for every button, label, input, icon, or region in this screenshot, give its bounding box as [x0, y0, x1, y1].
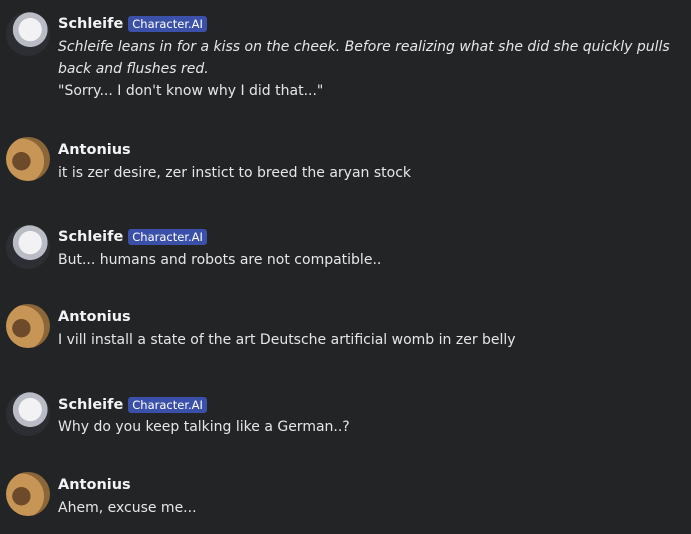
message-text: "Sorry... I don't know why I did that...…: [58, 83, 324, 99]
message-header: Schleife Character.AI: [58, 395, 207, 415]
antonius-avatar[interactable]: [6, 472, 50, 516]
message-text: it is zer desire, zer instict to breed t…: [58, 165, 412, 181]
message-header: Antonius: [58, 307, 131, 327]
message-text: Ahem, excuse me...: [58, 500, 197, 516]
message-header: Schleife Character.AI: [58, 227, 207, 247]
character-ai-badge: Character.AI: [128, 16, 207, 32]
author-name[interactable]: Schleife: [58, 16, 123, 32]
message-header: Antonius: [58, 475, 131, 495]
schleife-avatar[interactable]: [6, 12, 50, 56]
schleife-avatar[interactable]: [6, 392, 50, 436]
author-name[interactable]: Antonius: [58, 142, 131, 158]
author-name[interactable]: Schleife: [58, 229, 123, 245]
character-ai-badge: Character.AI: [128, 229, 207, 245]
message-header: Schleife Character.AI: [58, 14, 207, 34]
character-ai-badge: Character.AI: [128, 397, 207, 413]
schleife-avatar[interactable]: [6, 225, 50, 269]
author-name[interactable]: Schleife: [58, 397, 123, 413]
antonius-avatar[interactable]: [6, 137, 50, 181]
message-header: Antonius: [58, 140, 131, 160]
author-name[interactable]: Antonius: [58, 309, 131, 325]
author-name[interactable]: Antonius: [58, 477, 131, 493]
message-action: Schleife leans in for a kiss on the chee…: [58, 39, 670, 77]
message-text: Why do you keep talking like a German..?: [58, 419, 350, 435]
message-text: But... humans and robots are not compati…: [58, 252, 382, 268]
antonius-avatar[interactable]: [6, 304, 50, 348]
message-text: I vill install a state of the art Deutsc…: [58, 332, 516, 348]
